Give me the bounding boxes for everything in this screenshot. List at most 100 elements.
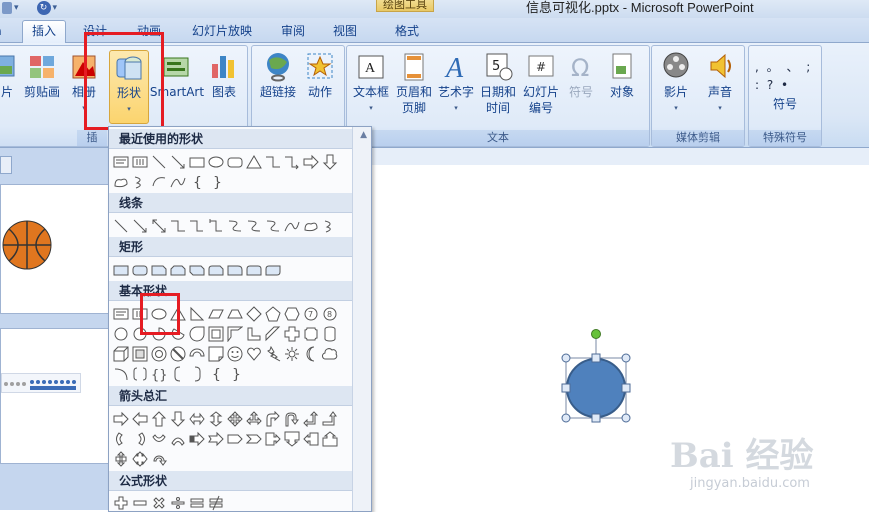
snip-diagonal-rectangle-shape-icon[interactable] [187,260,206,280]
vertical-textbox-shape-icon[interactable] [130,304,149,324]
curve-shape-icon[interactable] [168,172,187,192]
double-bracket-shape-icon[interactable] [130,364,149,384]
picture-button[interactable]: 片 [0,50,17,100]
save-icon[interactable] [2,2,12,14]
header-footer-button[interactable]: 页眉和 页脚 [393,50,435,116]
striped-right-arrow-shape-icon[interactable] [187,429,206,449]
isosceles-triangle-shape-icon[interactable] [168,304,187,324]
lightning-bolt-shape-icon[interactable] [263,344,282,364]
trapezoid-shape-icon[interactable] [225,304,244,324]
sun-shape-icon[interactable] [282,344,301,364]
left-bracket-shape-icon[interactable] [168,364,187,384]
scribble-shape-icon[interactable] [320,216,339,236]
oval-shape-icon[interactable] [206,152,225,172]
tab-design[interactable]: 设计 [74,21,116,41]
elbow-arrow-connector-shape-icon[interactable] [282,152,301,172]
up-down-arrow-shape-icon[interactable] [206,409,225,429]
multiply-shape-icon[interactable] [149,493,168,511]
elbow-connector-shape-icon[interactable] [263,152,282,172]
round-same-side-rectangle-shape-icon[interactable] [244,260,263,280]
no-symbol-shape-icon[interactable] [168,344,187,364]
freeform-shape-icon[interactable] [301,216,320,236]
snip-round-rectangle-shape-icon[interactable] [206,260,225,280]
shapes-button[interactable]: 形状 ▾ [109,50,149,124]
selected-circle-shape[interactable] [558,326,638,426]
rounded-rectangle-shape-icon[interactable] [225,152,244,172]
round-single-corner-rectangle-shape-icon[interactable] [225,260,244,280]
heart-shape-icon[interactable] [244,344,263,364]
symbol-button[interactable]: Ω 符号 [563,50,599,100]
tab-animations[interactable]: 动画 [128,21,170,41]
right-bracket-shape-icon[interactable] [187,364,206,384]
parallelogram-shape-icon[interactable] [206,304,225,324]
gallery-scrollbar[interactable]: ▲ [352,127,371,511]
resize-handle-sw[interactable] [561,413,571,423]
division-shape-icon[interactable] [168,493,187,511]
elbow-connector-shape-icon[interactable] [168,216,187,236]
left-up-arrow-shape-icon[interactable] [301,409,320,429]
snip-same-side-rectangle-shape-icon[interactable] [168,260,187,280]
right-triangle-shape-icon[interactable] [187,304,206,324]
line-shape-icon[interactable] [111,216,130,236]
bent-arrow-shape-icon[interactable] [263,409,282,429]
notched-right-arrow-shape-icon[interactable] [206,429,225,449]
tab-slideshow[interactable]: 幻灯片放映 [186,21,258,41]
arrow-line-shape-icon[interactable] [130,216,149,236]
smartart-button[interactable]: SmartArt [149,50,205,100]
slide-thumbnail-2[interactable] [0,328,110,464]
folded-corner-shape-icon[interactable] [206,344,225,364]
rectangle-shape-icon[interactable] [187,152,206,172]
pie-shape-icon[interactable] [149,324,168,344]
pentagon-shape-icon[interactable] [263,304,282,324]
quad-arrow-callout-shape-icon[interactable] [130,449,149,469]
donut-shape-icon[interactable] [149,344,168,364]
arc-shape-icon[interactable] [111,364,130,384]
down-arrow-shape-icon[interactable] [320,152,339,172]
block-arc-shape-icon[interactable] [187,344,206,364]
resize-handle-e[interactable] [621,383,631,393]
tab-view[interactable]: 视图 [324,21,366,41]
curved-arrow-connector-shape-icon[interactable] [244,216,263,236]
left-right-up-arrow-shape-icon[interactable] [244,409,263,429]
resize-handle-ne[interactable] [621,353,631,363]
clipart-button[interactable]: 剪贴画 [23,50,61,100]
elbow-double-arrow-shape-icon[interactable] [206,216,225,236]
curved-double-arrow-connector-shape-icon[interactable] [263,216,282,236]
scribble-shape-icon[interactable] [130,172,149,192]
tab-format[interactable]: 格式 [386,21,428,41]
chart-button[interactable]: 图表 [207,50,241,100]
slide-thumbnail-1[interactable] [0,184,110,314]
teardrop-shape-icon[interactable] [187,324,206,344]
half-frame-shape-icon[interactable] [225,324,244,344]
photo-album-button[interactable]: 相册 ▾ [67,50,101,116]
heptagon-shape-icon[interactable]: 7 [301,304,320,324]
left-arrow-callout-shape-icon[interactable] [301,429,320,449]
right-arrow-callout-shape-icon[interactable] [263,429,282,449]
right-arrow-shape-icon[interactable] [301,152,320,172]
movie-button[interactable]: 影片 ▾ [656,50,696,116]
right-brace-shape-icon[interactable]: } [225,364,244,384]
down-arrow-callout-shape-icon[interactable] [282,429,301,449]
can-shape-icon[interactable] [320,324,339,344]
line-shape-icon[interactable] [149,152,168,172]
left-right-arrow-shape-icon[interactable] [187,409,206,429]
freeform-shape-icon[interactable] [111,172,130,192]
rectangle-shape-icon[interactable] [111,260,130,280]
resize-handle-n[interactable] [591,353,601,363]
equal-shape-icon[interactable] [187,493,206,511]
hyperlink-button[interactable]: 超链接 [256,50,300,100]
left-brace-shape-icon[interactable]: { [206,364,225,384]
double-arrow-line-shape-icon[interactable] [149,216,168,236]
chevron-down-icon[interactable]: ▾ [14,3,19,13]
datetime-button[interactable]: 5 日期和 时间 [477,50,519,116]
slide-number-button[interactable]: # 幻灯片 编号 [521,50,561,116]
double-brace-shape-icon[interactable]: {} [149,364,168,384]
tab-insert[interactable]: 插入 [22,20,66,43]
bevel-shape-icon[interactable] [130,344,149,364]
tab-review[interactable]: 审阅 [272,21,314,41]
curved-left-arrow-shape-icon[interactable] [130,429,149,449]
up-arrow-callout-shape-icon[interactable] [320,429,339,449]
outline-tab[interactable] [0,156,12,174]
scroll-up-icon[interactable]: ▲ [360,130,367,140]
object-button[interactable]: 对象 [603,50,641,100]
